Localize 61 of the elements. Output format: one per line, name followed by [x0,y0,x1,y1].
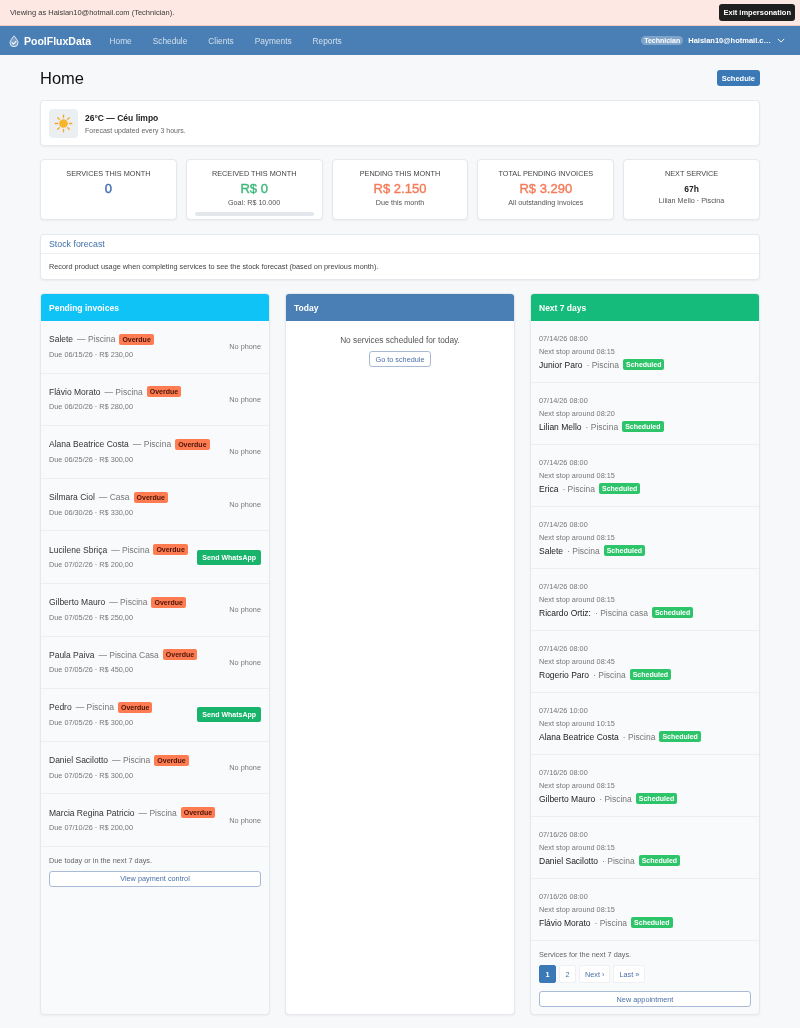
client-name: Gilberto Mauro [49,597,106,608]
empty-message: No services scheduled for today. [340,335,460,346]
client-name: Salete [539,545,564,556]
nav-link[interactable]: Schedule [142,35,198,46]
client-name: Flávio Morato [49,386,101,397]
service-location: · Piscina [593,669,626,680]
service-location: — Piscina [111,544,150,555]
service-location: · Piscina [602,855,635,866]
nav-link[interactable]: Clients [197,35,245,46]
stat-value: 0 [104,181,112,197]
client-name: Daniel Sacilotto [539,855,599,866]
client-name: Flávio Morato [539,917,591,928]
client-name: Alana Beatrice Costa [539,731,619,742]
stat-value: R$ 3.290 [519,181,573,197]
service-location: — Piscina [77,334,116,345]
client-name: Daniel Sacilotto [49,755,109,766]
service-location: · Piscina [622,731,656,742]
panel-header: Pending invoices [41,294,269,321]
client-name: Ricardo Ortiz: [539,607,591,618]
client-name: Lucilene Sbriça [49,544,108,555]
client-name: Marcia Regina Patricio [49,807,135,818]
page-title: Home [40,68,84,88]
nav-link[interactable]: Payments [244,35,303,46]
service-location: · Piscina [562,483,595,494]
client-name: Junior Paro [539,359,583,370]
service-location: · Piscina [567,545,600,556]
service-location: — Piscina [132,439,172,450]
panel-header: Today [286,294,514,321]
sun-icon [49,108,78,138]
service-location: — Piscina Casa [98,649,159,660]
client-name: Pedro [49,702,72,713]
service-location: — Piscina [104,386,143,397]
service-location: — Piscina [138,807,177,818]
service-location: — Piscina [109,597,148,608]
service-location: · Piscina casa [594,607,648,618]
client-name: Erica [539,483,559,494]
card-title: Stock forecast [49,239,105,249]
droplet-check-icon [9,34,19,47]
client-name: Lilian Mello [539,421,582,432]
brand-link[interactable]: PoolFluxData [9,34,92,47]
service-location: — Casa [98,492,130,503]
stat-value: R$ 2.150 [373,181,427,197]
nav-link[interactable]: Reports [302,35,353,46]
service-location: · Piscina [594,917,628,928]
client-name: Salete [49,334,74,345]
service-location: · Piscina [599,793,632,804]
chevron-down-icon [777,38,785,43]
weather-title: 26°C — Céu limpo [85,112,160,123]
client-name: Gilberto Mauro [539,793,596,804]
client-name: Alana Beatrice Costa [49,439,129,450]
service-location: · Piscina [586,359,620,370]
stat-value: R$ 0 [240,181,268,197]
service-location: — Piscina [75,702,114,713]
client-name: Paula Paiva [49,649,95,660]
client-name: Rogerio Paro [539,669,590,680]
service-location: · Piscina [585,421,619,432]
nav-link[interactable]: Home [99,35,143,46]
panel-header: Next 7 days [531,294,759,321]
client-name: Silmara Ciol [49,492,95,503]
stat-value: 67h [684,183,699,195]
service-location: — Piscina [112,755,151,766]
